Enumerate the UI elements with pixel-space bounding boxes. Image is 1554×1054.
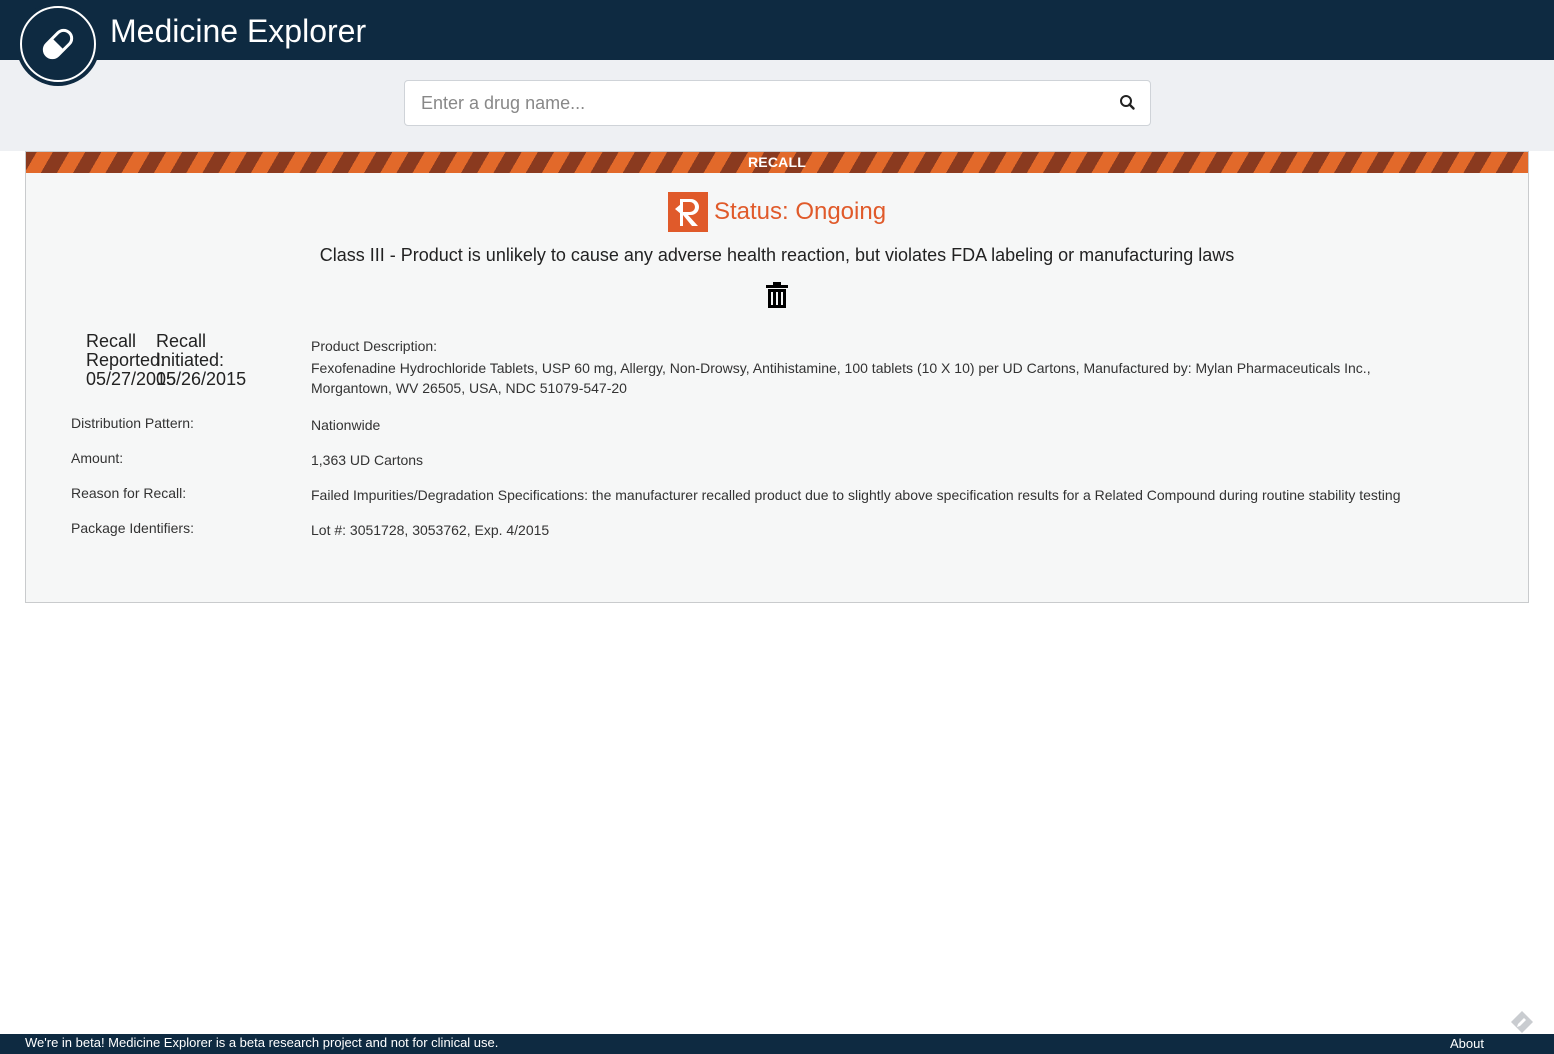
search-band bbox=[0, 60, 1554, 151]
search-icon bbox=[1120, 95, 1135, 110]
recall-banner-label: RECALL bbox=[748, 154, 806, 170]
top-nav-bar: Medicine Explorer bbox=[0, 0, 1554, 60]
feedback-icon bbox=[1511, 1011, 1533, 1033]
recall-initiated-line1: Recall bbox=[156, 331, 207, 351]
recall-r-icon bbox=[674, 199, 699, 226]
app-title[interactable]: Medicine Explorer bbox=[110, 13, 366, 49]
amount-value: 1,363 UD Cartons bbox=[311, 452, 424, 468]
recall-initiated: Recall Initiated: 05/26/2015 bbox=[156, 332, 246, 389]
recall-initiated-line2: Initiated: bbox=[156, 350, 225, 370]
search-button[interactable] bbox=[1118, 93, 1138, 113]
recall-panel: RECALL Status: Ongoing Class III - Produ… bbox=[25, 151, 1529, 603]
product-description-value: Fexofenadine Hydrochloride Tablets, USP … bbox=[311, 360, 1371, 396]
recall-status: Status: Ongoing bbox=[713, 198, 887, 225]
recall-dates: Recall Reported: 05/27/2015 Recall Initi… bbox=[86, 332, 266, 392]
drug-search-input[interactable] bbox=[405, 81, 1105, 125]
app-logo[interactable] bbox=[16, 2, 100, 86]
search-box bbox=[404, 80, 1151, 126]
recall-classification: Class III - Product is unlikely to cause… bbox=[319, 245, 1235, 265]
recall-status-row: Status: Ongoing bbox=[26, 192, 1528, 232]
reason-value: Failed Impurities/Degradation Specificat… bbox=[311, 487, 1401, 503]
delete-recall-button[interactable] bbox=[766, 282, 788, 308]
product-description-label: Product Description: bbox=[311, 338, 438, 354]
recall-initiated-date: 05/26/2015 bbox=[156, 369, 247, 389]
reason-label: Reason for Recall: bbox=[71, 485, 187, 501]
distribution-pattern-label: Distribution Pattern: bbox=[71, 415, 194, 431]
logo-ring bbox=[20, 6, 96, 82]
recall-badge bbox=[667, 192, 708, 232]
recall-banner: RECALL bbox=[26, 152, 1528, 173]
trash-icon bbox=[766, 282, 788, 308]
feedback-button[interactable] bbox=[1510, 1010, 1534, 1034]
amount-label: Amount: bbox=[71, 450, 124, 466]
about-link[interactable]: About bbox=[1450, 1036, 1484, 1051]
package-identifiers-label: Package Identifiers: bbox=[71, 520, 194, 536]
beta-notice: We're in beta! Medicine Explorer is a be… bbox=[25, 1035, 499, 1050]
footer-bar: We're in beta! Medicine Explorer is a be… bbox=[0, 1034, 1554, 1054]
pill-icon bbox=[42, 28, 74, 60]
package-identifiers-value: Lot #: 3051728, 3053762, Exp. 4/2015 bbox=[311, 522, 550, 538]
distribution-pattern-value: Nationwide bbox=[311, 417, 381, 433]
